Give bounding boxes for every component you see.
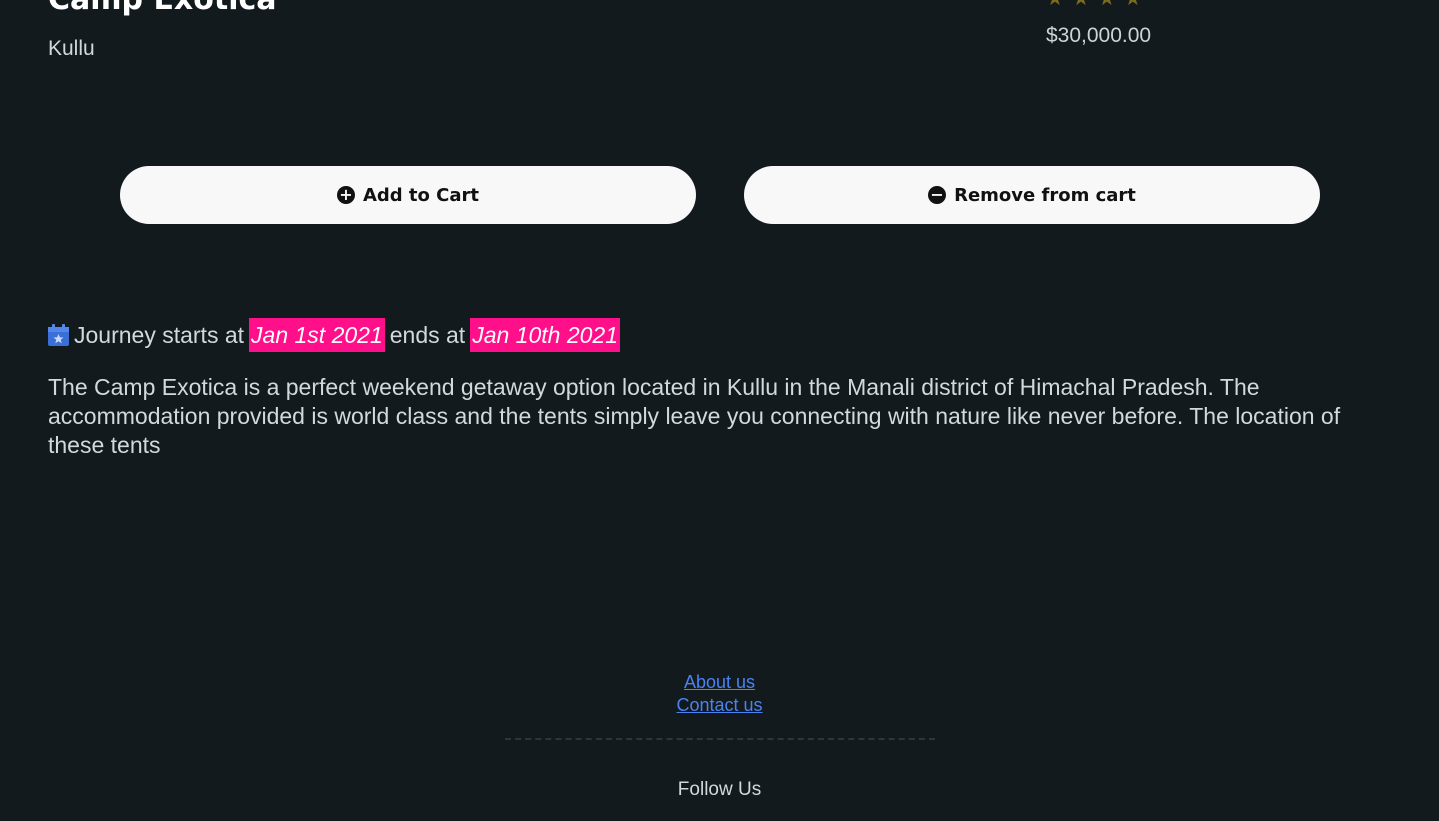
star-icon: ★ xyxy=(1046,0,1064,8)
journey-start-label: Journey starts at xyxy=(74,321,245,348)
footer-links: About us Contact us xyxy=(0,671,1439,717)
product-price: $30,000.00 xyxy=(1046,24,1152,47)
footer-divider xyxy=(505,738,935,740)
star-icon: ★ xyxy=(1072,0,1090,8)
remove-from-cart-button[interactable]: − Remove from cart xyxy=(744,166,1320,224)
journey-start-date: Jan 1st 2021 xyxy=(249,318,385,352)
product-title: Camp Exotica xyxy=(48,0,277,18)
calendar-star-icon xyxy=(48,324,69,346)
add-to-cart-button[interactable]: + Add to Cart xyxy=(120,166,696,224)
star-icon: ★ xyxy=(1098,0,1116,8)
journey-end-label: ends at xyxy=(389,321,466,348)
star-rating: ★ ★ ★ ★ xyxy=(1046,0,1142,8)
remove-from-cart-label: Remove from cart xyxy=(954,184,1136,206)
product-page: Camp Exotica Kullu ★ ★ ★ ★ $30,000.00 + … xyxy=(0,0,1439,821)
plus-circle-icon: + xyxy=(336,186,355,204)
journey-end-date: Jan 10th 2021 xyxy=(470,318,620,352)
minus-circle-icon: − xyxy=(928,186,947,204)
product-description: The Camp Exotica is a perfect weekend ge… xyxy=(48,374,1341,458)
about-us-link[interactable]: About us xyxy=(0,671,1439,694)
contact-us-link[interactable]: Contact us xyxy=(0,694,1439,717)
product-location: Kullu xyxy=(48,37,95,60)
journey-dates: Journey starts at Jan 1st 2021 ends at J… xyxy=(48,318,625,352)
follow-us-heading: Follow Us xyxy=(677,779,762,800)
star-icon: ★ xyxy=(1124,0,1142,8)
add-to-cart-label: Add to Cart xyxy=(362,184,480,206)
